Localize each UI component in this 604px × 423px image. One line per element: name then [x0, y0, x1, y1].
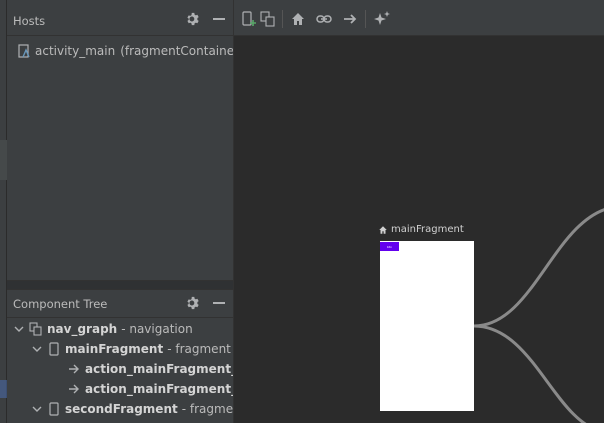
tree-row-main-fragment[interactable]: mainFragment - fragment: [31, 339, 231, 359]
gear-icon[interactable]: [185, 11, 201, 27]
tree-row-label: nav_graph: [47, 322, 118, 336]
design-toolbar: [234, 0, 604, 36]
hosts-panel-title: Hosts: [13, 14, 46, 28]
chevron-down-icon[interactable]: [31, 403, 43, 415]
tool-strip-selected-segment[interactable]: [0, 380, 7, 398]
tree-row-label: secondFragment: [65, 402, 178, 416]
phone-icon: [47, 342, 61, 356]
preview-button: btn: [380, 242, 399, 251]
destination-label[interactable]: mainFragment: [378, 224, 464, 235]
layout-file-icon: [18, 44, 30, 58]
minimize-icon[interactable]: [211, 295, 227, 311]
left-tool-strip: [0, 0, 7, 423]
phone-icon: [47, 402, 61, 416]
new-destination-icon[interactable]: [240, 10, 258, 28]
toolbar-separator: [365, 10, 366, 28]
panel-splitter[interactable]: [7, 280, 233, 290]
component-tree-header: Component Tree: [7, 290, 233, 318]
nested-graph-icon[interactable]: [259, 10, 277, 28]
arrow-right-icon: [67, 362, 81, 376]
action-edge-upper: [473, 208, 604, 328]
destination-preview-main-fragment[interactable]: btn: [380, 241, 474, 411]
hosts-panel: Hosts activity_main (fragmentContainerVi…: [7, 0, 272, 290]
action-arrow-icon[interactable]: [341, 10, 359, 28]
component-tree-panel: Component Tree nav_graph - navigation ma…: [7, 290, 378, 423]
hosts-list: activity_main (fragmentContainerView): [7, 36, 272, 280]
nested-graph-icon: [29, 322, 43, 336]
hosts-panel-header: Hosts: [7, 0, 233, 36]
tool-strip-segment[interactable]: [0, 140, 7, 180]
tree-row-second-fragment[interactable]: secondFragment - fragment: [31, 399, 245, 419]
minimize-icon[interactable]: [211, 11, 227, 27]
destination-name: mainFragment: [391, 224, 464, 235]
navigation-canvas[interactable]: mainFragment btn: [234, 37, 604, 423]
tree-row-nav-graph[interactable]: nav_graph - navigation: [13, 319, 193, 339]
gear-icon[interactable]: [185, 295, 201, 311]
component-tree-title: Component Tree: [13, 297, 108, 311]
tree-row-type: - navigation: [121, 322, 193, 336]
toolbar-separator: [282, 10, 283, 28]
host-item-name: activity_main: [35, 44, 116, 58]
tree-row-type: - fragment: [167, 342, 231, 356]
home-icon[interactable]: [289, 10, 307, 28]
chevron-down-icon[interactable]: [13, 323, 25, 335]
action-edge-lower: [473, 324, 587, 423]
arrow-right-icon: [67, 382, 81, 396]
auto-arrange-icon[interactable]: [373, 10, 391, 28]
chevron-down-icon[interactable]: [31, 343, 43, 355]
link-icon[interactable]: [315, 10, 333, 28]
tree-row-label: mainFragment: [65, 342, 164, 356]
home-icon: [379, 225, 387, 234]
